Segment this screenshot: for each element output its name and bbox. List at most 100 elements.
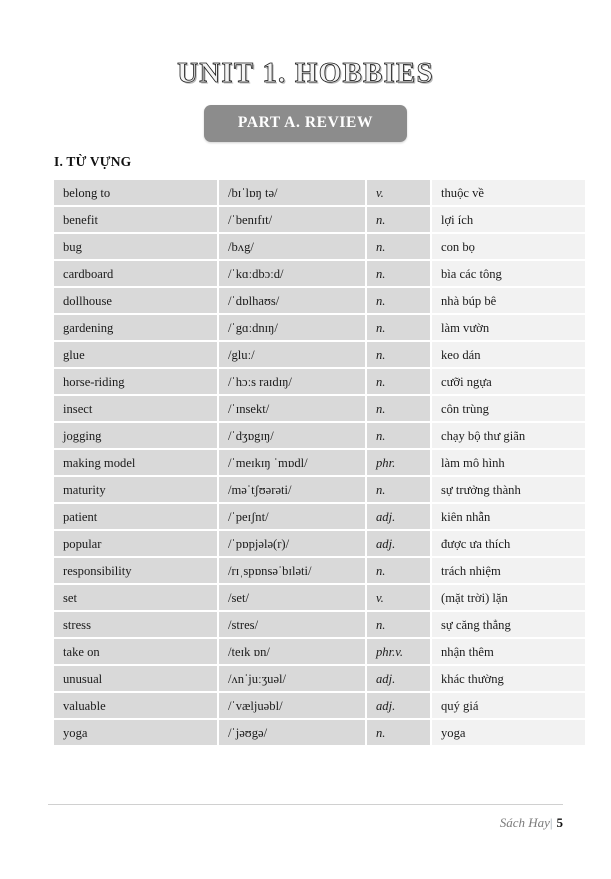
vocab-ipa-cell: /stres/ <box>219 612 367 639</box>
vocab-word-cell: patient <box>54 504 219 531</box>
table-row: bug/bʌg/n. con bọ <box>54 234 585 261</box>
vocab-pos-cell: n. <box>367 477 432 504</box>
table-row: jogging/ˈdʒɒgɪŋ/n. chạy bộ thư giãn <box>54 423 585 450</box>
vocab-meaning-cell: kiên nhẫn <box>432 504 585 531</box>
vocab-pos-cell: n. <box>367 315 432 342</box>
vocab-word-cell: jogging <box>54 423 219 450</box>
vocab-pos-cell: phr. <box>367 450 432 477</box>
vocab-pos-cell: n. <box>367 288 432 315</box>
table-row: glue/gluː/n. keo dán <box>54 342 585 369</box>
vocab-pos-cell: n. <box>367 234 432 261</box>
vocab-pos-cell: v. <box>367 585 432 612</box>
vocab-meaning-cell: (mặt trời) lặn <box>432 585 585 612</box>
vocab-word-cell: belong to <box>54 180 219 207</box>
table-row: valuable/ˈvæljuəbl/adj. quý giá <box>54 693 585 720</box>
vocab-word-cell: making model <box>54 450 219 477</box>
vocab-meaning-cell: quý giá <box>432 693 585 720</box>
vocab-word-cell: glue <box>54 342 219 369</box>
part-banner: PART A. REVIEW <box>203 105 408 142</box>
table-row: dollhouse/ˈdɒlhaʊs/n. nhà búp bê <box>54 288 585 315</box>
vocab-ipa-cell: /ˈjəʊgə/ <box>219 720 367 745</box>
vocab-ipa-cell: /rɪˌspɒnsəˈbɪləti/ <box>219 558 367 585</box>
vocab-meaning-cell: yoga <box>432 720 585 745</box>
vocab-word-cell: take on <box>54 639 219 666</box>
vocabulary-table-body: belong to/bɪˈlɒŋ tə/v. thuộc về benefit/ˈb… <box>54 180 585 745</box>
table-row: benefit/ˈbenɪfɪt/n. lợi ích <box>54 207 585 234</box>
vocab-pos-cell: n. <box>367 720 432 745</box>
vocab-pos-cell: n. <box>367 207 432 234</box>
vocab-ipa-cell: /ˈbenɪfɪt/ <box>219 207 367 234</box>
vocab-word-cell: cardboard <box>54 261 219 288</box>
table-row: stress/stres/n. sự căng thẳng <box>54 612 585 639</box>
vocab-word-cell: responsibility <box>54 558 219 585</box>
section-heading-vocabulary: I. TỪ VỰNG <box>54 154 132 169</box>
vocab-meaning-cell: côn trùng <box>432 396 585 423</box>
vocab-word-cell: set <box>54 585 219 612</box>
table-row: gardening/ˈgɑːdnɪŋ/n. làm vườn <box>54 315 585 342</box>
vocabulary-table: belong to/bɪˈlɒŋ tə/v. thuộc về benefit/ˈb… <box>54 180 585 745</box>
vocab-ipa-cell: /ˈhɔːs raɪdɪŋ/ <box>219 369 367 396</box>
footer-brand: Sách Hay <box>499 815 550 830</box>
vocab-ipa-cell: /ʌnˈjuːʒuəl/ <box>219 666 367 693</box>
vocab-ipa-cell: /ˈpeɪʃnt/ <box>219 504 367 531</box>
table-row: yoga/ˈjəʊgə/n. yoga <box>54 720 585 745</box>
vocab-ipa-cell: /teɪk ɒn/ <box>219 639 367 666</box>
vocab-word-cell: benefit <box>54 207 219 234</box>
vocab-meaning-cell: khác thường <box>432 666 585 693</box>
table-row: responsibility/rɪˌspɒnsəˈbɪləti/n. trách … <box>54 558 585 585</box>
table-row: take on/teɪk ɒn/phr.v. nhận thêm <box>54 639 585 666</box>
vocab-pos-cell: adj. <box>367 531 432 558</box>
vocab-pos-cell: n. <box>367 261 432 288</box>
vocab-ipa-cell: /ˈdɒlhaʊs/ <box>219 288 367 315</box>
table-row: making model/ˈmeɪkɪŋ ˈmɒdl/phr. làm mô hì… <box>54 450 585 477</box>
vocab-word-cell: dollhouse <box>54 288 219 315</box>
vocab-pos-cell: adj. <box>367 666 432 693</box>
table-row: patient/ˈpeɪʃnt/adj. kiên nhẫn <box>54 504 585 531</box>
table-row: popular/ˈpɒpjələ(r)/adj. được ưa thích <box>54 531 585 558</box>
vocab-ipa-cell: /ˈmeɪkɪŋ ˈmɒdl/ <box>219 450 367 477</box>
vocab-ipa-cell: /məˈtʃʊərəti/ <box>219 477 367 504</box>
footer-divider <box>48 804 563 805</box>
footer-separator: | <box>549 815 553 830</box>
vocab-meaning-cell: chạy bộ thư giãn <box>432 423 585 450</box>
vocab-word-cell: unusual <box>54 666 219 693</box>
vocab-pos-cell: adj. <box>367 693 432 720</box>
vocab-pos-cell: n. <box>367 342 432 369</box>
vocab-pos-cell: n. <box>367 612 432 639</box>
vocab-meaning-cell: được ưa thích <box>432 531 585 558</box>
vocab-ipa-cell: /set/ <box>219 585 367 612</box>
vocab-meaning-cell: trách nhiệm <box>432 558 585 585</box>
table-row: maturity/məˈtʃʊərəti/n. sự trưởng thành <box>54 477 585 504</box>
vocab-word-cell: gardening <box>54 315 219 342</box>
vocab-meaning-cell: con bọ <box>432 234 585 261</box>
vocab-pos-cell: phr.v. <box>367 639 432 666</box>
vocab-pos-cell: n. <box>367 423 432 450</box>
part-banner-container: PART A. REVIEW <box>0 105 611 142</box>
vocab-pos-cell: n. <box>367 558 432 585</box>
table-row: unusual/ʌnˈjuːʒuəl/adj. khác thường <box>54 666 585 693</box>
vocab-ipa-cell: /ˈgɑːdnɪŋ/ <box>219 315 367 342</box>
vocab-pos-cell: n. <box>367 396 432 423</box>
vocab-word-cell: maturity <box>54 477 219 504</box>
vocab-word-cell: horse-riding <box>54 369 219 396</box>
vocab-meaning-cell: lợi ích <box>432 207 585 234</box>
vocab-pos-cell: v. <box>367 180 432 207</box>
vocab-meaning-cell: thuộc về <box>432 180 585 207</box>
vocab-ipa-cell: /bɪˈlɒŋ tə/ <box>219 180 367 207</box>
document-page: UNIT 1. HOBBIES PART A. REVIEW I. TỪ VỰN… <box>0 0 611 879</box>
table-row: set/set/v. (mặt trời) lặn <box>54 585 585 612</box>
vocab-ipa-cell: /ˈkɑːdbɔːd/ <box>219 261 367 288</box>
table-row: horse-riding/ˈhɔːs raɪdɪŋ/n. cưỡi ngựa <box>54 369 585 396</box>
vocab-meaning-cell: keo dán <box>432 342 585 369</box>
vocab-word-cell: insect <box>54 396 219 423</box>
vocab-meaning-cell: bìa các tông <box>432 261 585 288</box>
vocab-word-cell: stress <box>54 612 219 639</box>
vocab-word-cell: popular <box>54 531 219 558</box>
vocab-ipa-cell: /gluː/ <box>219 342 367 369</box>
vocab-word-cell: valuable <box>54 693 219 720</box>
table-row: belong to/bɪˈlɒŋ tə/v. thuộc về <box>54 180 585 207</box>
vocab-meaning-cell: sự trưởng thành <box>432 477 585 504</box>
vocab-meaning-cell: sự căng thẳng <box>432 612 585 639</box>
vocab-pos-cell: adj. <box>367 504 432 531</box>
vocab-word-cell: yoga <box>54 720 219 745</box>
